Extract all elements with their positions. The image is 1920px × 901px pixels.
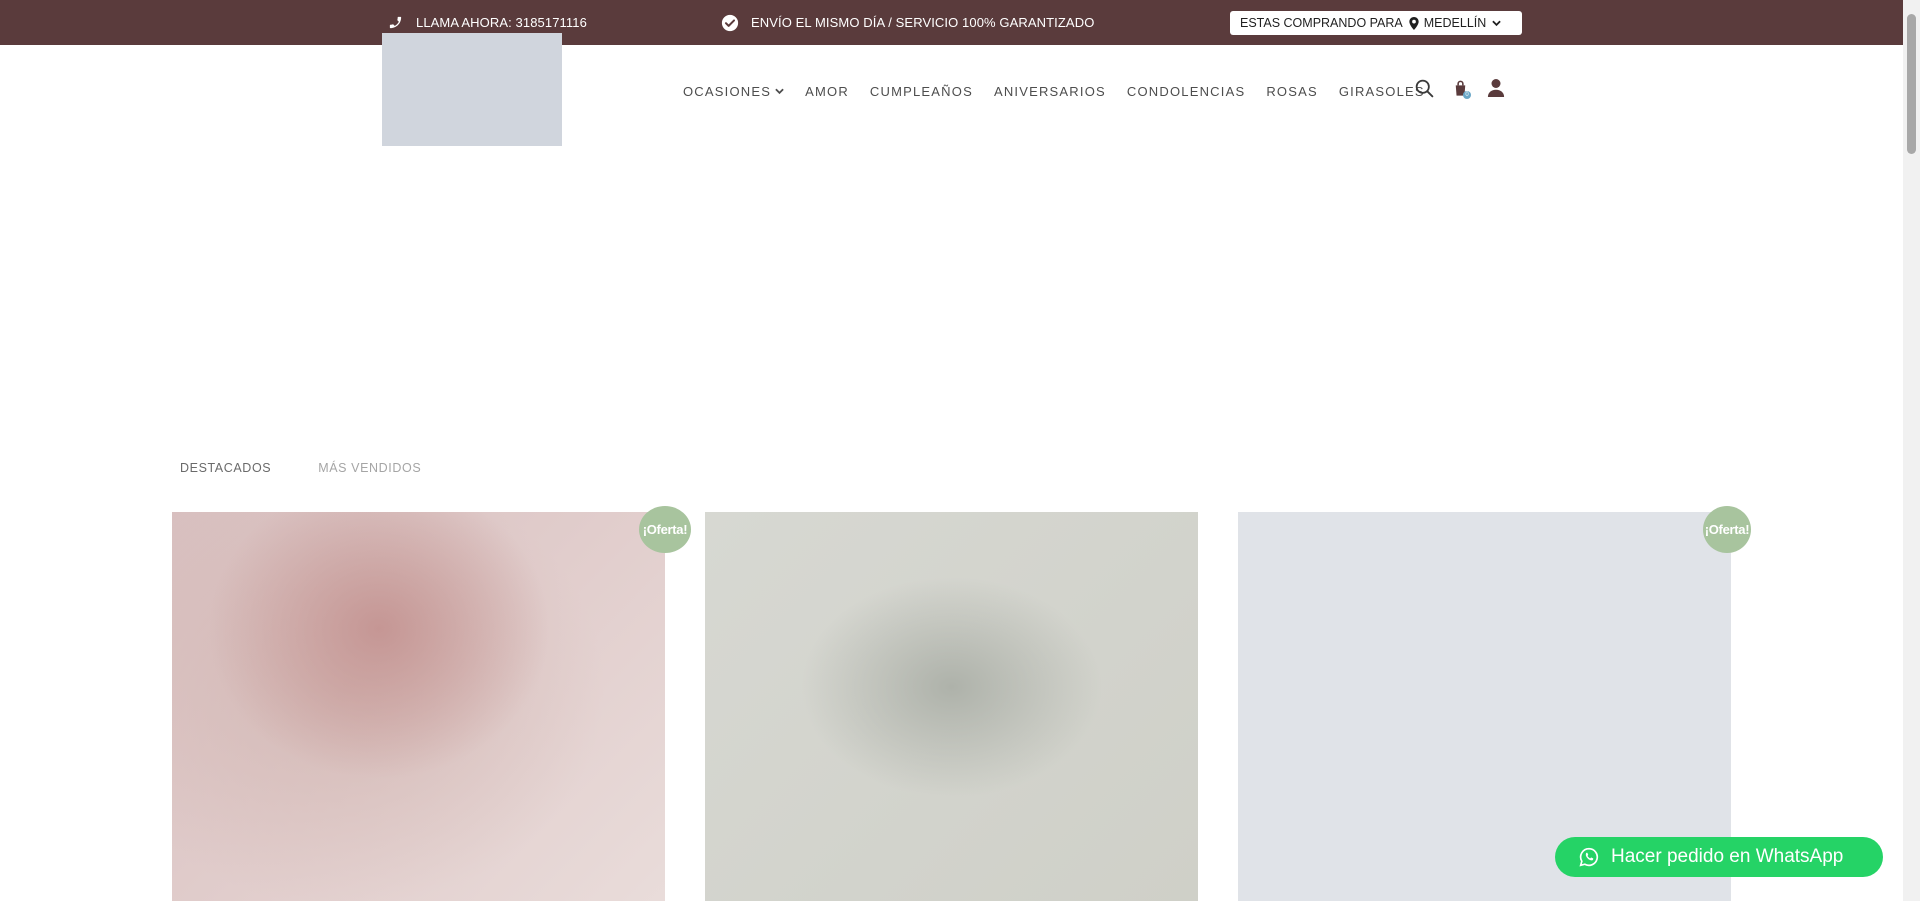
cart-count: 0 <box>1463 91 1471 99</box>
main-navigation: OCASIONES AMOR CUMPLEAÑOS ANIVERSARIOS C… <box>683 80 1446 102</box>
check-circle-icon <box>721 14 739 32</box>
map-pin-icon <box>1409 16 1419 30</box>
nav-item-condolencias[interactable]: CONDOLENCIAS <box>1127 84 1245 99</box>
phone-text: LLAMA AHORA: 3185171116 <box>416 15 587 30</box>
city-prefix: ESTAS COMPRANDO PARA <box>1240 16 1403 30</box>
city-value: MEDELLÍN <box>1423 16 1487 30</box>
site-logo[interactable] <box>382 33 562 146</box>
nav-item-amor[interactable]: AMOR <box>805 84 849 99</box>
tab-destacados[interactable]: DESTACADOS <box>180 461 271 475</box>
scrollbar-thumb[interactable] <box>1907 14 1916 154</box>
shipping-text: ENVÍO EL MISMO DÍA / SERVICIO 100% GARAN… <box>751 15 1095 30</box>
product-image[interactable] <box>172 512 665 901</box>
whatsapp-label: Hacer pedido en WhatsApp <box>1611 846 1844 867</box>
user-icon[interactable] <box>1484 76 1508 100</box>
chevron-down-icon <box>775 88 784 95</box>
nav-item-ocasiones[interactable]: OCASIONES <box>683 84 784 99</box>
phone-icon <box>386 14 404 32</box>
nav-item-cumpleanos[interactable]: CUMPLEAÑOS <box>870 84 973 99</box>
shopping-bag-icon[interactable]: 0 <box>1448 76 1472 100</box>
city-selector[interactable]: ESTAS COMPRANDO PARA MEDELLÍN <box>1230 11 1522 35</box>
nav-item-aniversarios[interactable]: ANIVERSARIOS <box>994 84 1106 99</box>
shipping-notice: ENVÍO EL MISMO DÍA / SERVICIO 100% GARAN… <box>721 0 1094 45</box>
vertical-scrollbar[interactable] <box>1903 0 1920 901</box>
nav-item-rosas[interactable]: ROSAS <box>1266 84 1318 99</box>
header-actions: 0 <box>1412 76 1520 100</box>
product-tabs: DESTACADOS MÁS VENDIDOS <box>180 461 468 475</box>
whatsapp-icon <box>1579 847 1599 867</box>
nav-item-label: OCASIONES <box>683 83 772 99</box>
whatsapp-order-button[interactable]: Hacer pedido en WhatsApp <box>1555 837 1883 877</box>
search-icon[interactable] <box>1412 76 1436 100</box>
sale-badge: ¡Oferta! <box>1703 506 1751 553</box>
sale-badge: ¡Oferta! <box>639 506 691 553</box>
tab-mas-vendidos[interactable]: MÁS VENDIDOS <box>318 461 421 475</box>
top-bar: LLAMA AHORA: 3185171116 ENVÍO EL MISMO D… <box>0 0 1903 45</box>
product-image[interactable] <box>705 512 1198 901</box>
chevron-down-icon <box>1492 20 1502 27</box>
